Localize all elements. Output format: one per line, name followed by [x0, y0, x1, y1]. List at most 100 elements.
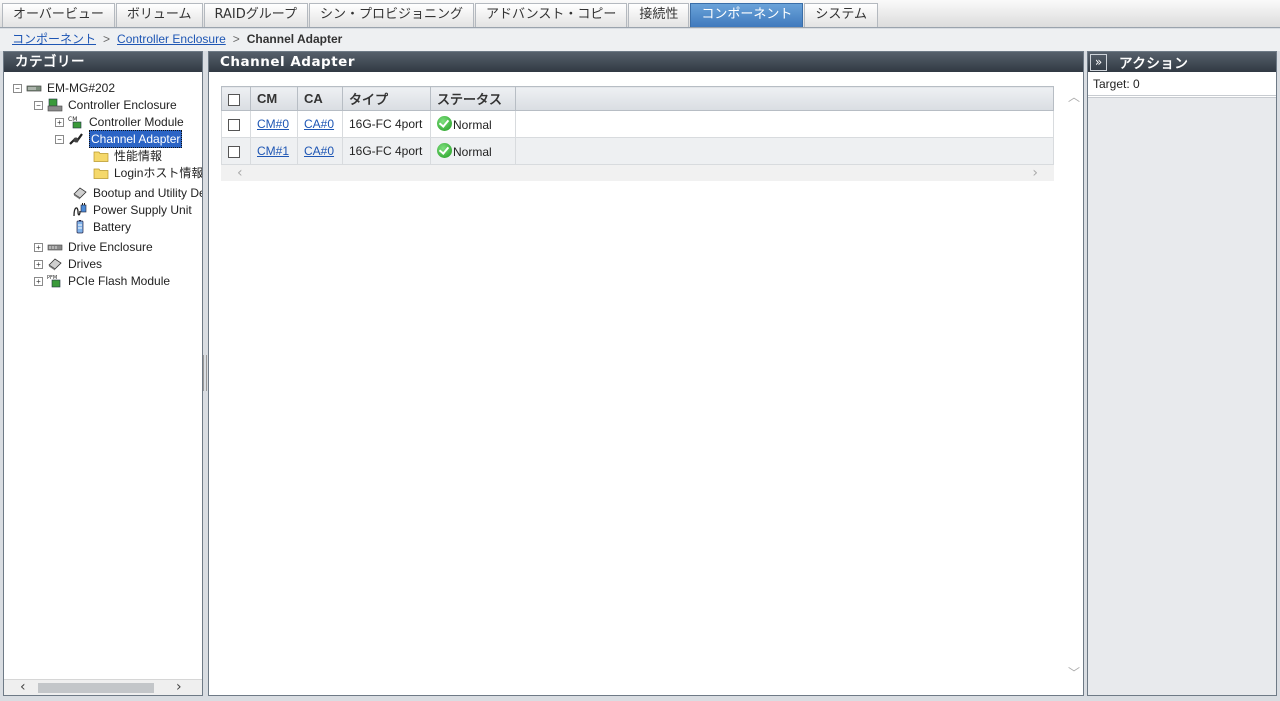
filler-cell [515, 110, 1054, 138]
scroll-right-icon[interactable]: › [1032, 165, 1038, 181]
tab-component[interactable]: コンポーネント [690, 3, 804, 27]
type-cell: 16G-FC 4port [342, 137, 431, 165]
category-tree: − EM-MG#202 − Controller Enclosure + CM … [4, 72, 202, 672]
tree-label[interactable]: Controller Module [89, 114, 184, 130]
ca-cell: CA#0 [297, 110, 343, 138]
category-panel: カテゴリー − EM-MG#202 − Controller Enclosure… [3, 51, 203, 696]
battery-icon [76, 220, 84, 234]
column-header-status[interactable]: ステータス [430, 86, 516, 111]
row-checkbox[interactable] [228, 145, 240, 158]
tree-node-controller-module[interactable]: + CM Controller Module [55, 114, 184, 130]
column-header-ca[interactable]: CA [297, 86, 343, 111]
tree-label[interactable]: 性能情報 [114, 148, 162, 164]
expand-icon[interactable]: + [34, 242, 43, 252]
tree-label[interactable]: Battery [93, 219, 131, 235]
type-cell: 16G-FC 4port [342, 110, 431, 138]
column-header-filler [515, 86, 1054, 111]
tab-raid-group[interactable]: RAIDグループ [203, 3, 308, 27]
collapse-panel-button[interactable]: » [1090, 53, 1107, 71]
table-row: CM#0 CA#0 16G-FC 4port Normal [221, 110, 1054, 138]
breadcrumb-separator: > [103, 32, 111, 46]
controller-module-icon: CM [68, 116, 82, 129]
tree-node-root[interactable]: − EM-MG#202 [13, 80, 115, 96]
scrollbar-thumb[interactable] [38, 683, 154, 693]
drive-enclosure-icon [47, 244, 63, 251]
breadcrumb-link-controller-enclosure[interactable]: Controller Enclosure [117, 32, 226, 46]
select-all-checkbox[interactable] [228, 93, 240, 106]
table-header-row: CM CA タイプ ステータス [221, 86, 1054, 111]
tree-node-power-supply[interactable]: Power Supply Unit [72, 202, 192, 218]
tree-node-drive-enclosure[interactable]: + Drive Enclosure [34, 239, 153, 255]
category-panel-title: カテゴリー [4, 52, 202, 72]
tree-node-battery[interactable]: Battery [72, 219, 131, 235]
cm-cell: CM#0 [250, 110, 298, 138]
tree-label[interactable]: PCIe Flash Module [68, 273, 170, 289]
ca-link[interactable]: CA#0 [304, 117, 334, 131]
column-header-cm[interactable]: CM [250, 86, 298, 111]
scroll-left-icon[interactable]: ‹ [237, 165, 243, 181]
scroll-right-icon[interactable]: › [176, 680, 182, 694]
tree-node-channel-adapter[interactable]: − Channel Adapter [55, 130, 183, 148]
action-panel: » アクション Target: 0 [1087, 51, 1277, 696]
tree-label[interactable]: EM-MG#202 [47, 80, 115, 96]
tree-label[interactable]: Controller Enclosure [68, 97, 177, 113]
collapse-icon[interactable]: − [55, 134, 64, 144]
collapse-icon[interactable]: − [34, 100, 43, 110]
tree-node-pcie-flash[interactable]: + PFM PCIe Flash Module [34, 273, 170, 289]
tree-label[interactable]: Drive Enclosure [68, 239, 153, 255]
tab-advanced-copy[interactable]: アドバンスト・コピー [474, 3, 628, 27]
channel-adapter-table: CM CA タイプ ステータス CM#0 CA#0 16G-FC 4port N… [221, 86, 1054, 181]
tree-label[interactable]: Bootup and Utility De [93, 185, 202, 201]
controller-enclosure-icon [47, 98, 63, 112]
tree-label-selected[interactable]: Channel Adapter [89, 130, 183, 148]
power-plug-icon [73, 203, 87, 217]
status-ok-icon [437, 116, 452, 131]
tree-label[interactable]: Drives [68, 256, 102, 272]
breadcrumb: コンポーネント > Controller Enclosure > Channel Ada… [0, 29, 1280, 51]
scroll-left-icon[interactable]: ‹ [20, 680, 26, 694]
table-row: CM#1 CA#0 16G-FC 4port Normal [221, 137, 1054, 165]
filler-cell [515, 137, 1054, 165]
tree-node-perf-info[interactable]: 性能情報 [93, 148, 162, 164]
status-text: Normal [453, 118, 492, 132]
select-all-header [221, 86, 251, 111]
expand-icon[interactable]: + [34, 276, 43, 286]
tab-connectivity[interactable]: 接続性 [628, 3, 690, 27]
tree-label[interactable]: Loginホスト情報 [114, 165, 202, 181]
scroll-up-icon[interactable]: ︿ [1068, 88, 1080, 105]
tree-label[interactable]: Power Supply Unit [93, 202, 192, 218]
ca-cell: CA#0 [297, 137, 343, 165]
ca-link[interactable]: CA#0 [304, 144, 334, 158]
pcie-flash-icon: PFM [47, 275, 61, 288]
tab-volume[interactable]: ボリューム [115, 3, 203, 27]
row-select-cell [221, 110, 251, 138]
tree-node-drives[interactable]: + Drives [34, 256, 102, 272]
action-panel-title: アクション [1119, 56, 1189, 72]
folder-icon [93, 168, 109, 179]
breadcrumb-link-component[interactable]: コンポーネント [12, 32, 96, 46]
breadcrumb-current: Channel Adapter [246, 32, 343, 46]
table-horizontal-scrollbar[interactable]: ‹ › [221, 165, 1054, 181]
tree-node-controller-enclosure[interactable]: − Controller Enclosure [34, 97, 177, 113]
breadcrumb-separator: > [232, 32, 240, 46]
channel-adapter-icon [69, 133, 83, 145]
column-header-type[interactable]: タイプ [342, 86, 431, 111]
row-select-cell [221, 137, 251, 165]
tab-system[interactable]: システム [804, 3, 879, 27]
tree-node-login-host-info[interactable]: Loginホスト情報 [93, 165, 202, 181]
tree-node-bootup-utility[interactable]: Bootup and Utility De [72, 185, 202, 201]
expand-icon[interactable]: + [55, 117, 64, 127]
tab-thin-provisioning[interactable]: シン・プロビジョニング [308, 3, 474, 27]
status-cell: Normal [430, 110, 516, 138]
cm-link[interactable]: CM#0 [257, 117, 289, 131]
tree-horizontal-scrollbar[interactable]: ‹ › [4, 679, 202, 695]
row-checkbox[interactable] [228, 118, 240, 131]
folder-icon [93, 151, 109, 162]
expand-icon[interactable]: + [34, 259, 43, 269]
cm-link[interactable]: CM#1 [257, 144, 289, 158]
scroll-down-icon[interactable]: ﹀ [1068, 664, 1080, 681]
tab-overview[interactable]: オーバービュー [2, 3, 115, 27]
collapse-icon[interactable]: − [13, 83, 22, 93]
status-ok-icon [437, 143, 452, 158]
panel-splitter-handle[interactable] [203, 355, 207, 391]
